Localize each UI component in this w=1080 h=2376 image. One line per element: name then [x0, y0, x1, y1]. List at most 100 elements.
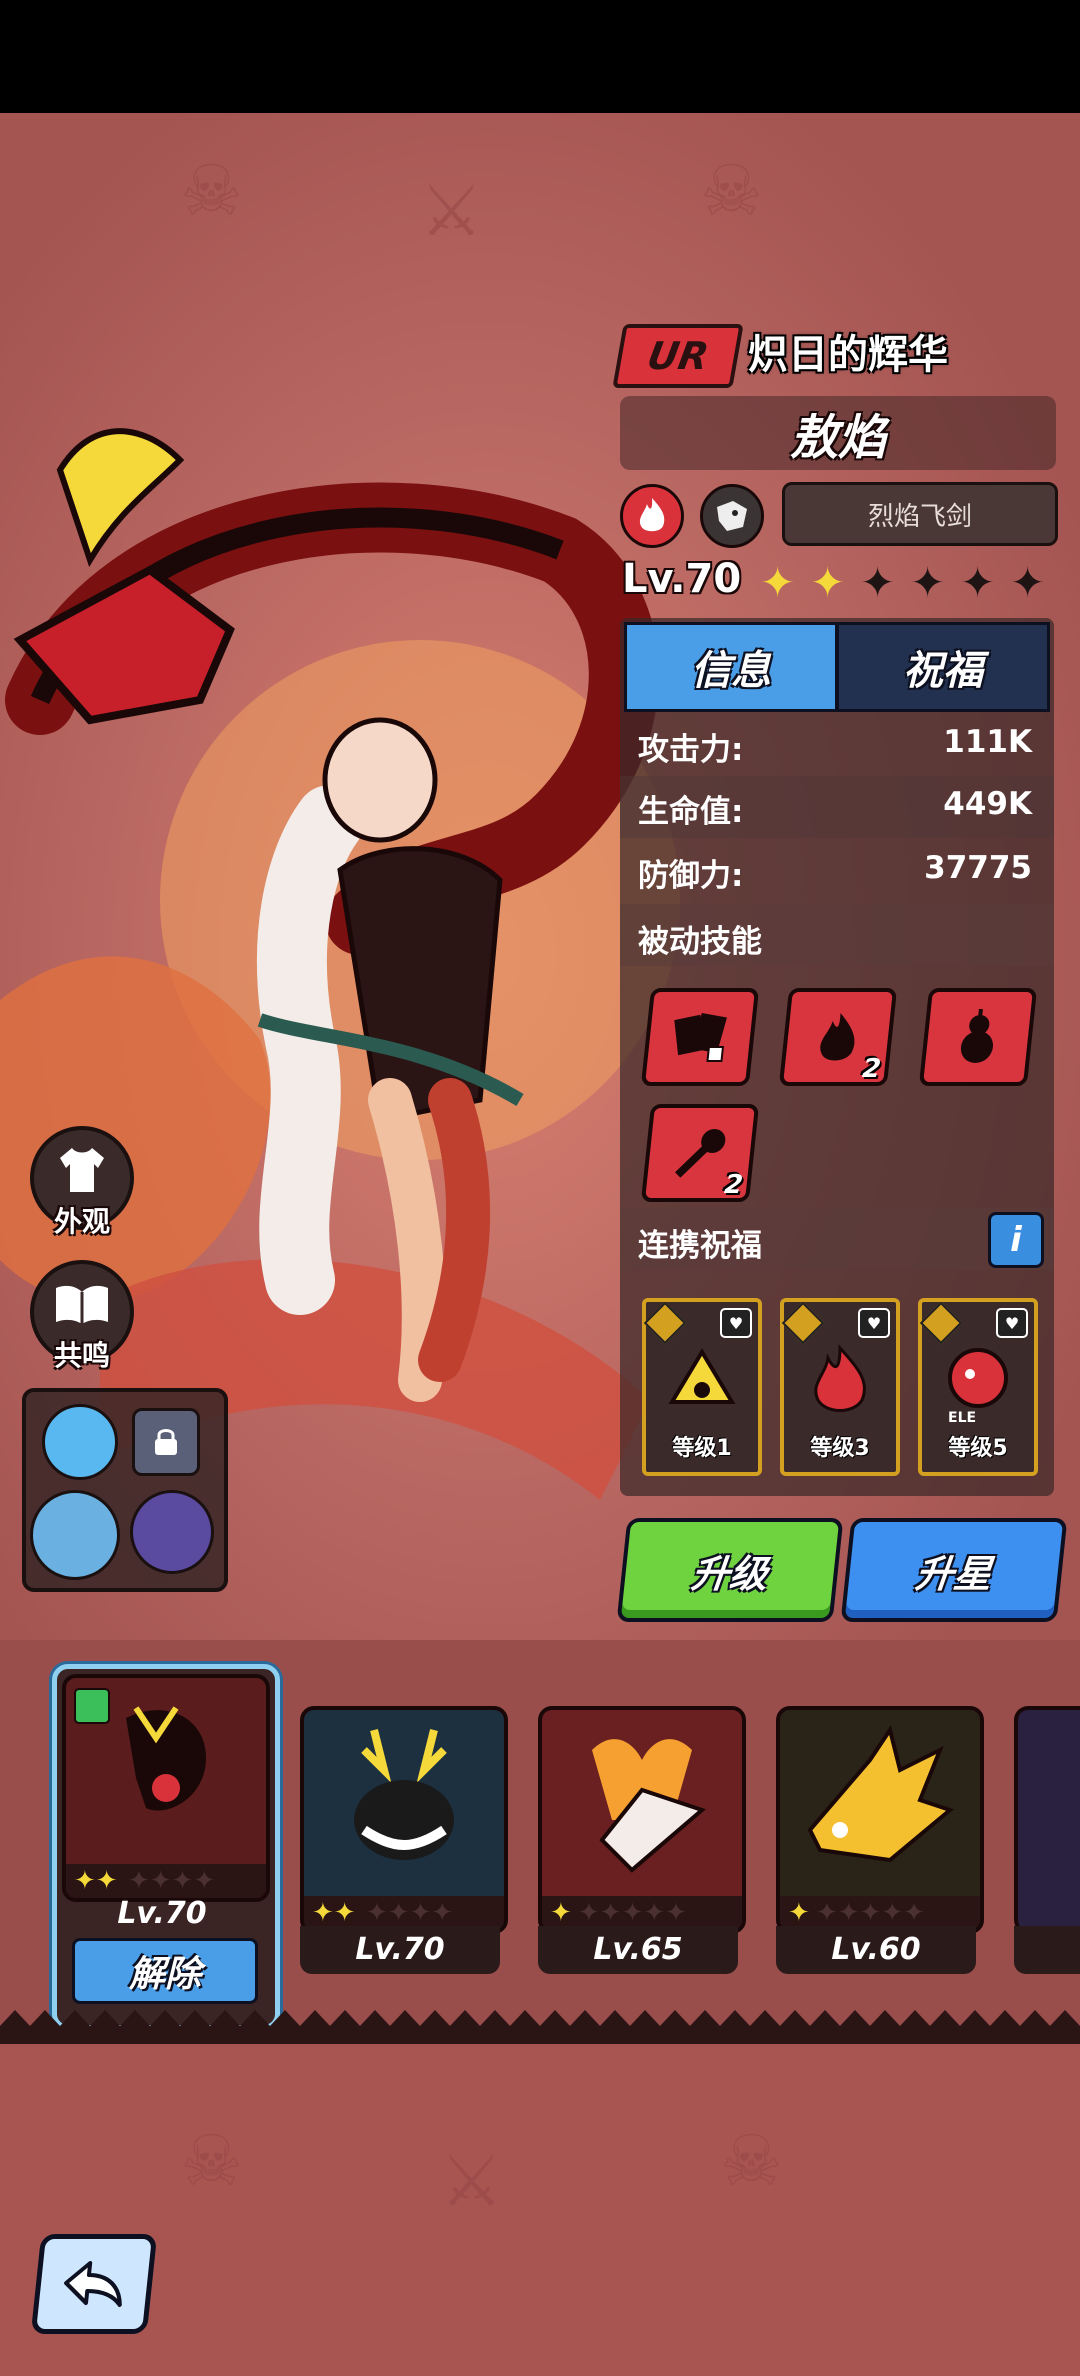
roster-hero-level-partial: [1014, 1926, 1080, 1974]
background-pattern-icon: ⚔: [440, 2140, 503, 2222]
background-pattern-icon: ☠: [700, 150, 763, 232]
dragon-portrait-icon: [126, 1706, 206, 1811]
hero-level: Lv.70: [622, 556, 742, 602]
panel-tabs: 信息 祝福: [624, 622, 1050, 712]
background-pattern-icon: ☠: [720, 2120, 783, 2202]
equipped-icon: [74, 1688, 110, 1724]
release-button[interactable]: 解除: [72, 1938, 258, 2004]
tab-info[interactable]: 信息: [624, 622, 838, 712]
passive-skill-fire[interactable]: 2: [778, 988, 898, 1086]
star-bar: ✦✦ ✦✦✦✦: [66, 1864, 266, 1898]
blessing-card[interactable]: ♥ ELE 等级5: [918, 1298, 1038, 1476]
star-filled-icon: ✦✦: [74, 1866, 118, 1896]
roster-hero-level: Lv.70: [117, 1896, 207, 1931]
passive-skill-scepter[interactable]: 2: [640, 1104, 760, 1202]
antler-beast-portrait-icon: [354, 1729, 454, 1860]
lock-icon: [155, 1429, 177, 1455]
info-button[interactable]: i: [988, 1212, 1044, 1268]
star-empty-icon: ✦✦✦✦: [366, 1898, 454, 1928]
appearance-button[interactable]: 外观: [30, 1126, 134, 1238]
star-empty-icon: ✦✦✦✦✦: [816, 1898, 925, 1928]
blessing-level: 等级3: [810, 1436, 870, 1461]
appearance-label: 外观: [53, 1205, 110, 1238]
passive-skill-gourd[interactable]: [918, 988, 1038, 1086]
red-beast-icon: [948, 1348, 1008, 1408]
star-empty-icon: ✦: [960, 558, 996, 607]
star-filled-icon: ✦: [760, 558, 796, 607]
roster-hero-level: Lv.60: [776, 1926, 976, 1974]
resonance-button[interactable]: 共鸣: [30, 1260, 134, 1372]
stat-value: 449K: [943, 786, 1032, 822]
back-arrow-icon: [64, 2261, 122, 2307]
blessing-card[interactable]: ♥ 等级1: [642, 1298, 762, 1476]
passive-skill-cards[interactable]: [640, 988, 760, 1086]
upgrade-button[interactable]: 升级: [616, 1518, 844, 1622]
lightning-creature-icon: [668, 1348, 736, 1404]
book-icon: [56, 1285, 108, 1324]
star-filled-icon: ✦✦: [312, 1898, 356, 1928]
passive-skills-header: 被动技能: [620, 904, 1054, 966]
blue-parrot-pet-icon[interactable]: [130, 1490, 214, 1574]
blue-slime-pet-icon[interactable]: [42, 1404, 118, 1480]
blessing-level: 等级1: [672, 1436, 732, 1461]
stat-defense: 防御力: 37775: [620, 840, 1054, 902]
star-empty-icon: ✦✦✦✦✦: [578, 1898, 687, 1928]
hero-rarity-row: UR 炽日的辉华: [612, 320, 1058, 388]
stat-attack: 攻击力: 111K: [620, 714, 1054, 776]
star-empty-icon: ✦: [860, 558, 896, 607]
back-button[interactable]: [30, 2234, 158, 2334]
blessing-card[interactable]: ♥ 等级3: [780, 1298, 900, 1476]
roster-hero-level: Lv.65: [538, 1926, 738, 1974]
roster-hero-card-partial[interactable]: [1014, 1706, 1080, 1934]
stat-value: 111K: [943, 724, 1032, 760]
star-empty-icon: ✦✦✦✦: [128, 1866, 216, 1896]
white-bird-pet-icon[interactable]: [30, 1490, 120, 1580]
skill-count: 2: [860, 1054, 883, 1084]
background-pattern-icon: ☠: [180, 150, 243, 232]
background-pattern-icon: ☠: [180, 2120, 243, 2202]
stat-label: 防御力:: [638, 858, 744, 894]
roster-hero-level: Lv.70: [300, 1926, 500, 1974]
stat-label: 生命值:: [638, 794, 744, 830]
divider-zigzag: [0, 2010, 1080, 2044]
star-filled-icon: ✦: [550, 1898, 572, 1928]
locked-slot[interactable]: [132, 1408, 200, 1476]
rank-badge-icon: [781, 1301, 825, 1345]
rarity-badge: UR: [612, 324, 744, 388]
stat-value: 37775: [924, 850, 1032, 886]
hero-name: 敖焰: [620, 396, 1056, 470]
dragon-class-icon[interactable]: [700, 484, 764, 548]
star-filled-icon: ✦: [810, 558, 846, 607]
weapon-button[interactable]: 烈焰飞剑: [782, 482, 1058, 546]
link-blessing-title: 连携祝福: [638, 1228, 762, 1264]
hero-epithet: 炽日的辉华: [748, 332, 948, 378]
roster-hero-card[interactable]: ✦ ✦✦✦✦✦: [776, 1706, 984, 1934]
star-bar: ✦✦ ✦✦✦✦: [304, 1896, 504, 1930]
roster-hero-card[interactable]: ✦ ✦✦✦✦✦: [538, 1706, 746, 1934]
star-empty-icon: ✦: [910, 558, 946, 607]
hero-artwork: [0, 428, 680, 1500]
passive-skills-title: 被动技能: [638, 924, 762, 960]
roster-hero-card[interactable]: ✦✦ ✦✦✦✦: [300, 1706, 508, 1934]
flame-spirit-icon: [814, 1344, 867, 1412]
blessing-level: 等级5: [948, 1436, 1008, 1461]
level-row: Lv.70 ✦ ✦ ✦ ✦ ✦ ✦: [620, 556, 1060, 610]
stat-hp: 生命值: 449K: [620, 776, 1054, 838]
fire-icon: [820, 1013, 855, 1061]
ele-tag: ELE: [948, 1410, 977, 1426]
star-bar: ✦ ✦✦✦✦✦: [780, 1896, 980, 1930]
rank-badge-icon: [643, 1301, 687, 1345]
background-pattern-icon: ⚔: [420, 170, 483, 252]
roster-hero-card[interactable]: ✦✦ ✦✦✦✦: [62, 1674, 270, 1902]
star-up-button[interactable]: 升星: [840, 1518, 1068, 1622]
tab-blessing[interactable]: 祝福: [836, 622, 1050, 712]
heart-icon: ♥: [996, 1308, 1028, 1338]
status-bar: [0, 0, 1080, 113]
skill-count: 2: [722, 1170, 745, 1200]
fire-element-icon[interactable]: [620, 484, 684, 548]
shirt-icon: [60, 1148, 104, 1192]
stat-label: 攻击力:: [638, 732, 744, 768]
resonance-label: 共鸣: [53, 1339, 110, 1372]
star-bar: ✦ ✦✦✦✦✦: [542, 1896, 742, 1930]
star-filled-icon: ✦: [788, 1898, 810, 1928]
